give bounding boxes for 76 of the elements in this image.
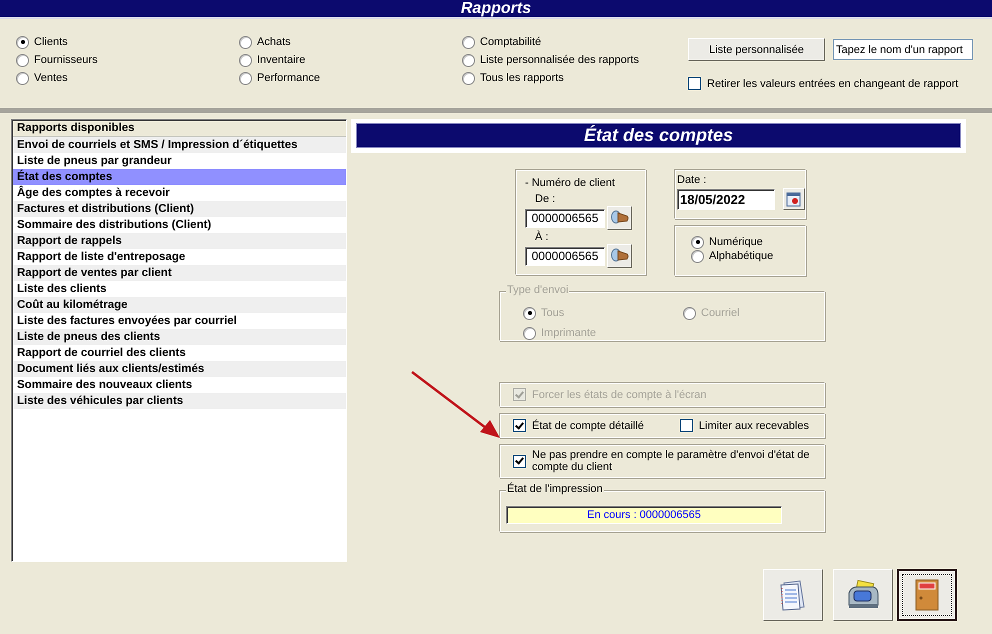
calendar-icon: [786, 191, 802, 207]
report-list-item[interactable]: Factures et distributions (Client): [13, 201, 346, 217]
panel-title: État des comptes: [356, 123, 961, 148]
lookup-button[interactable]: [607, 244, 632, 268]
field-label: À :: [534, 230, 550, 244]
radio-label: Clients: [34, 36, 68, 48]
radio-label: Alphabétique: [709, 250, 774, 262]
radio-button[interactable]: [462, 36, 475, 48]
checkbox-label: Limiter aux recevables: [698, 420, 809, 432]
radio-label: Imprimante: [541, 327, 596, 339]
radio-label: Ventes: [34, 72, 68, 84]
radio-label: Tous: [541, 307, 564, 319]
flashlight-icon: [610, 248, 630, 264]
radio-button[interactable]: [462, 54, 475, 66]
report-list-item[interactable]: Sommaire des distributions (Client): [13, 217, 346, 233]
radio-button[interactable]: [16, 72, 29, 84]
checkbox-label: Forcer les états de compte à l'écran: [532, 388, 707, 400]
report-list-item[interactable]: Document liés aux clients/estimés: [13, 361, 346, 377]
radio-label: Inventaire: [257, 54, 306, 66]
client-number-field[interactable]: 0000006565: [525, 208, 605, 228]
radio-label: Fournisseurs: [34, 54, 98, 66]
radio-label: Comptabilité: [480, 36, 542, 48]
checkbox[interactable]: [513, 419, 526, 432]
report-list-item[interactable]: Rapport de liste d'entreposage: [13, 249, 346, 265]
radio-button[interactable]: [462, 72, 475, 84]
print-status-field: En cours : 0000006565: [506, 506, 782, 524]
checkbox-label: État de compte détaillé: [532, 420, 644, 432]
report-list-item[interactable]: État des comptes: [13, 169, 346, 185]
radio-label: Courriel: [701, 307, 740, 319]
checkbox-label: Retirer les valeurs entrées en changeant de rapport: [707, 78, 958, 90]
report-list-item[interactable]: Liste de pneus des clients: [13, 329, 346, 345]
radio-label: Liste personnalisée des rapports: [480, 54, 639, 66]
radio-button[interactable]: [16, 36, 29, 48]
field-label: De :: [534, 192, 556, 206]
print-button[interactable]: [833, 569, 893, 621]
report-search-field[interactable]: Tapez le nom d'un rapport: [833, 39, 973, 60]
report-list-item[interactable]: Liste des factures envoyées par courriel: [13, 313, 346, 329]
radio-label: Achats: [257, 36, 291, 48]
checkbox[interactable]: [688, 77, 701, 90]
lookup-button[interactable]: [607, 206, 632, 230]
exit-button[interactable]: [897, 569, 957, 621]
checkbox[interactable]: [680, 419, 693, 432]
calendar-button[interactable]: [783, 188, 805, 210]
group-label: Type d'envoi: [506, 284, 570, 296]
radio-button[interactable]: [16, 54, 29, 66]
report-button[interactable]: [763, 569, 823, 621]
report-list-item[interactable]: Rapport de rappels: [13, 233, 346, 249]
radio-label: Numérique: [709, 236, 763, 248]
report-list-item[interactable]: Envoi de courriels et SMS / Impression d´étiquettes: [13, 137, 346, 153]
report-list-item[interactable]: Liste des véhicules par clients: [13, 393, 346, 409]
report-list-item[interactable]: Sommaire des nouveaux clients: [13, 377, 346, 393]
report-list-item[interactable]: Rapport de courriel des clients: [13, 345, 346, 361]
report-list-item[interactable]: Coût au kilométrage: [13, 297, 346, 313]
checkbox[interactable]: [513, 454, 526, 468]
radio-button[interactable]: [691, 236, 704, 248]
report-list-item[interactable]: Rapport de ventes par client: [13, 265, 346, 281]
flashlight-icon: [610, 210, 630, 226]
custom-list-button[interactable]: Liste personnalisée: [688, 38, 825, 61]
field-label: Date :: [677, 174, 708, 188]
report-list-item[interactable]: Liste des clients: [13, 281, 346, 297]
list-header: Rapports disponibles: [13, 121, 346, 137]
radio-button[interactable]: [239, 54, 252, 66]
group-label: État de l'impression: [506, 483, 604, 495]
radio-button[interactable]: [239, 36, 252, 48]
date-field[interactable]: 18/05/2022: [677, 188, 775, 210]
radio-label: Performance: [257, 72, 320, 84]
report-list-item[interactable]: Liste de pneus par grandeur: [13, 153, 346, 169]
window-title: Rapports: [460, 0, 532, 18]
group-label: - Numéro de client: [525, 177, 616, 191]
radio-label: Tous les rapports: [480, 72, 564, 84]
report-list-item[interactable]: Âge des comptes à recevoir: [13, 185, 346, 201]
radio-button[interactable]: [239, 72, 252, 84]
exit-door-icon: [914, 578, 940, 612]
checkbox-label: Ne pas prendre en compte le paramètre d'envoi d'état de compte du client: [532, 449, 811, 473]
client-number-field[interactable]: 0000006565: [525, 246, 605, 266]
radio-button[interactable]: [691, 250, 704, 262]
